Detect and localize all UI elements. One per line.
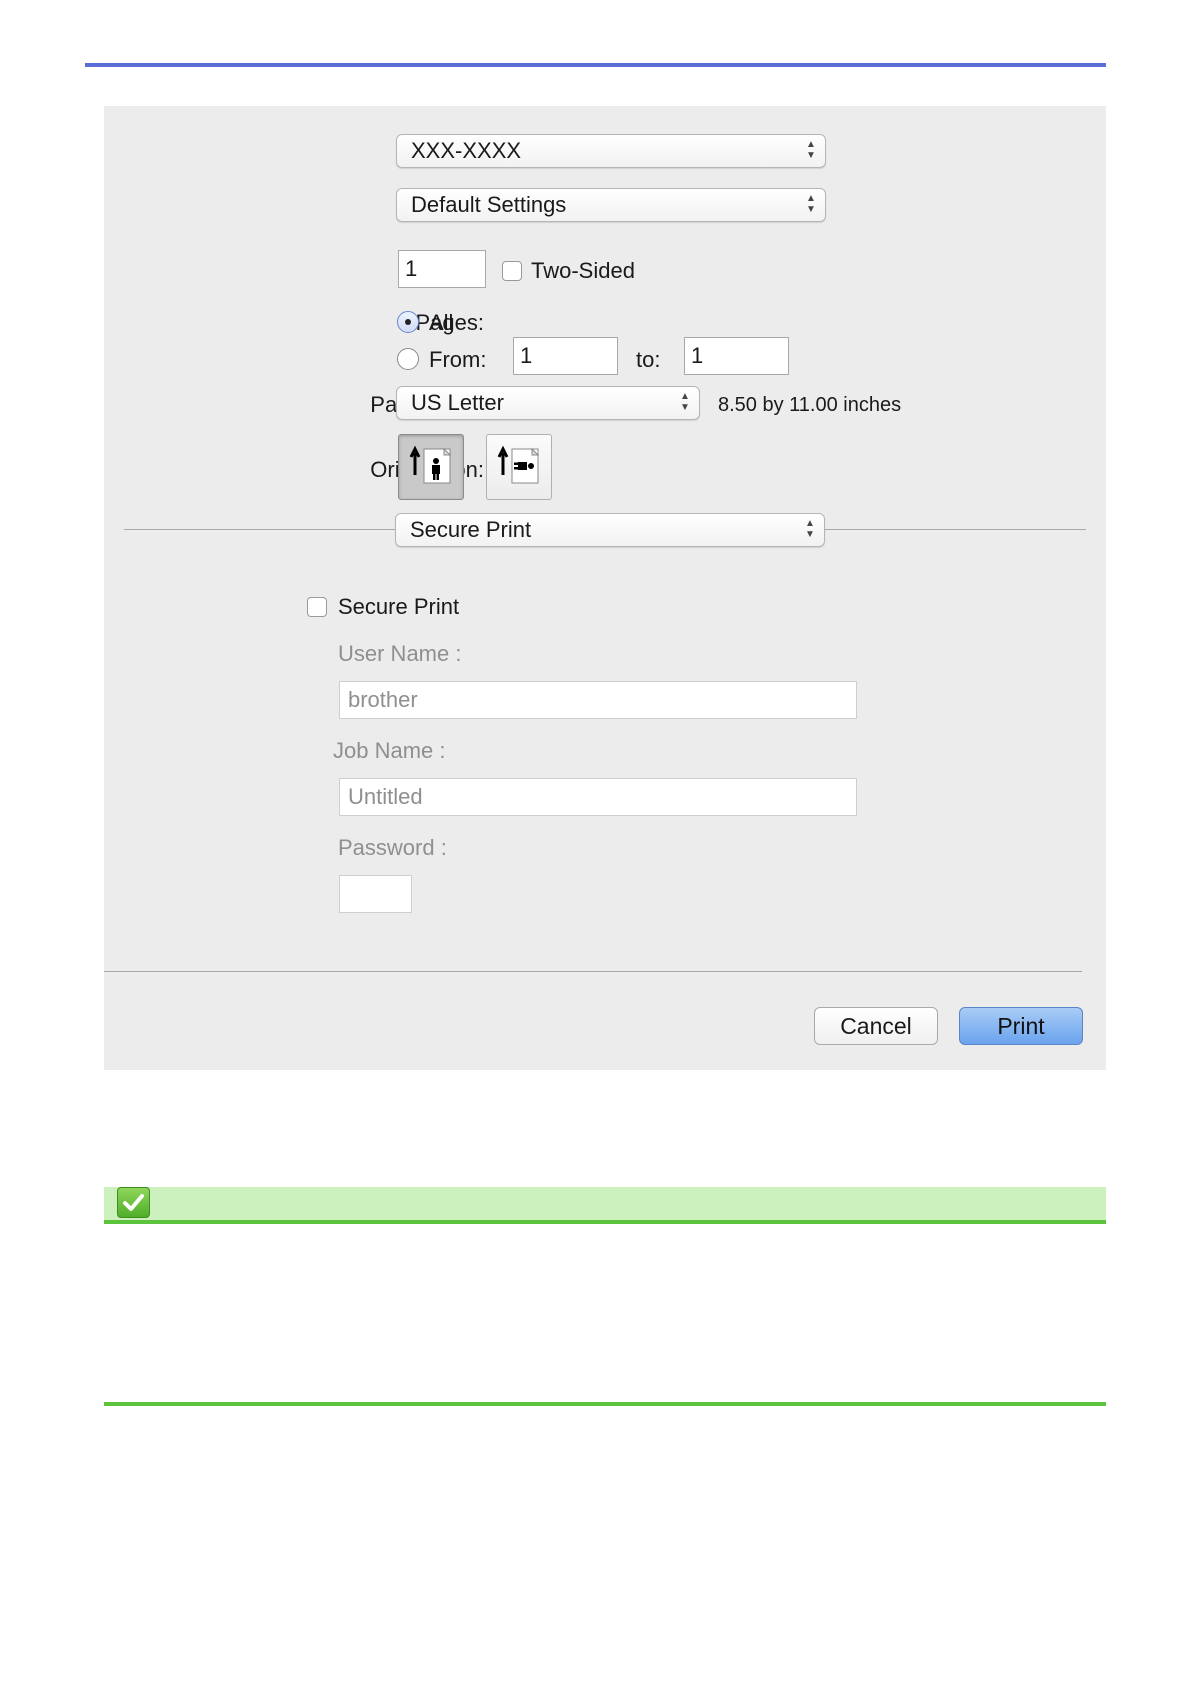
section-popup-value: Secure Print	[410, 517, 532, 542]
pages-from-field[interactable]: 1	[513, 337, 618, 375]
pages-from-label: From:	[429, 347, 487, 372]
portrait-icon	[409, 445, 452, 484]
landscape-icon	[497, 445, 540, 484]
pages-all-label: All	[429, 310, 454, 335]
print-button[interactable]: Print	[959, 1007, 1083, 1045]
page-header-rule	[85, 63, 1106, 67]
printer-value: XXX-XXXX	[411, 138, 522, 163]
note-header-rule	[104, 1220, 1106, 1224]
updown-arrows-icon: ▲ ▼	[806, 139, 816, 161]
secure-print-label: Secure Print	[338, 594, 460, 619]
updown-arrows-icon: ▲ ▼	[805, 518, 815, 540]
pages-all-radio[interactable]	[397, 311, 419, 333]
section-popup[interactable]: Secure Print ▲ ▼	[395, 513, 825, 547]
job-name-field[interactable]: Untitled	[339, 778, 857, 816]
printer-popup[interactable]: XXX-XXXX ▲ ▼	[396, 134, 826, 168]
note-bottom-rule	[104, 1402, 1106, 1406]
orientation-landscape-button[interactable]	[486, 434, 552, 500]
checkmark-icon	[117, 1187, 150, 1218]
print-dialog: Printer: XXX-XXXX ▲▼ Presets: Default Se…	[104, 106, 1106, 1070]
two-sided-checkbox[interactable]	[502, 261, 522, 281]
presets-popup[interactable]: Default Settings ▲ ▼	[396, 188, 826, 222]
footer-divider	[104, 971, 1082, 972]
cancel-button[interactable]: Cancel	[814, 1007, 938, 1045]
presets-value: Default Settings	[411, 192, 567, 217]
password-label: Password :	[338, 835, 447, 860]
user-name-field[interactable]: brother	[339, 681, 857, 719]
updown-arrows-icon: ▲ ▼	[806, 193, 816, 215]
note-header	[104, 1187, 1106, 1221]
paper-dimensions: 8.50 by 11.00 inches	[718, 394, 902, 416]
two-sided-label: Two-Sided	[531, 258, 635, 283]
user-name-label: User Name :	[338, 641, 462, 666]
paper-size-popup[interactable]: US Letter ▲ ▼	[396, 386, 700, 420]
pages-from-radio[interactable]	[397, 348, 419, 370]
updown-arrows-icon: ▲ ▼	[680, 391, 690, 413]
copies-field[interactable]: 1	[398, 250, 486, 288]
job-name-label: Job Name :	[333, 738, 446, 763]
orientation-portrait-button[interactable]	[398, 434, 464, 500]
pages-to-label: to:	[636, 347, 661, 372]
secure-print-checkbox[interactable]	[307, 597, 327, 617]
password-field[interactable]	[339, 875, 412, 913]
pages-to-field[interactable]: 1	[684, 337, 789, 375]
paper-size-value: US Letter	[411, 390, 504, 415]
